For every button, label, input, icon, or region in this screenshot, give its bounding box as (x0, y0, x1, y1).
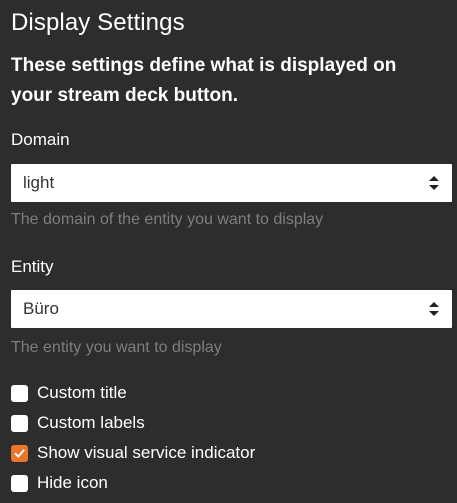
domain-select-value: light (23, 173, 55, 192)
checkmark-icon (14, 448, 25, 457)
entity-select-value: Büro (23, 299, 59, 318)
select-arrows-icon (429, 176, 439, 190)
custom-labels-option[interactable]: Custom labels (11, 413, 145, 433)
custom-labels-label: Custom labels (37, 413, 145, 432)
hide-icon-label: Hide icon (37, 473, 108, 492)
custom-title-checkbox[interactable] (11, 384, 28, 402)
hide-icon-option[interactable]: Hide icon (11, 473, 108, 493)
custom-title-option[interactable]: Custom title (11, 383, 127, 403)
domain-help-text: The domain of the entity you want to dis… (11, 211, 324, 228)
select-arrows-icon (429, 302, 439, 316)
custom-title-label: Custom title (37, 383, 127, 402)
domain-select[interactable]: light (11, 164, 452, 202)
show-visual-service-indicator-label: Show visual service indicator (37, 443, 256, 462)
hide-icon-checkbox[interactable] (11, 474, 28, 492)
display-settings-panel: Display Settings These settings define w… (0, 0, 457, 503)
entity-label: Entity (11, 257, 54, 276)
page-description: These settings define what is displayed … (11, 55, 397, 106)
entity-help-text: The entity you want to display (11, 339, 222, 356)
domain-label: Domain (11, 130, 70, 149)
show-visual-service-indicator-checkbox[interactable] (11, 444, 28, 462)
entity-select[interactable]: Büro (11, 290, 452, 328)
show-visual-service-indicator-option[interactable]: Show visual service indicator (11, 443, 255, 463)
custom-labels-checkbox[interactable] (11, 414, 28, 432)
page-title: Display Settings (11, 9, 185, 36)
